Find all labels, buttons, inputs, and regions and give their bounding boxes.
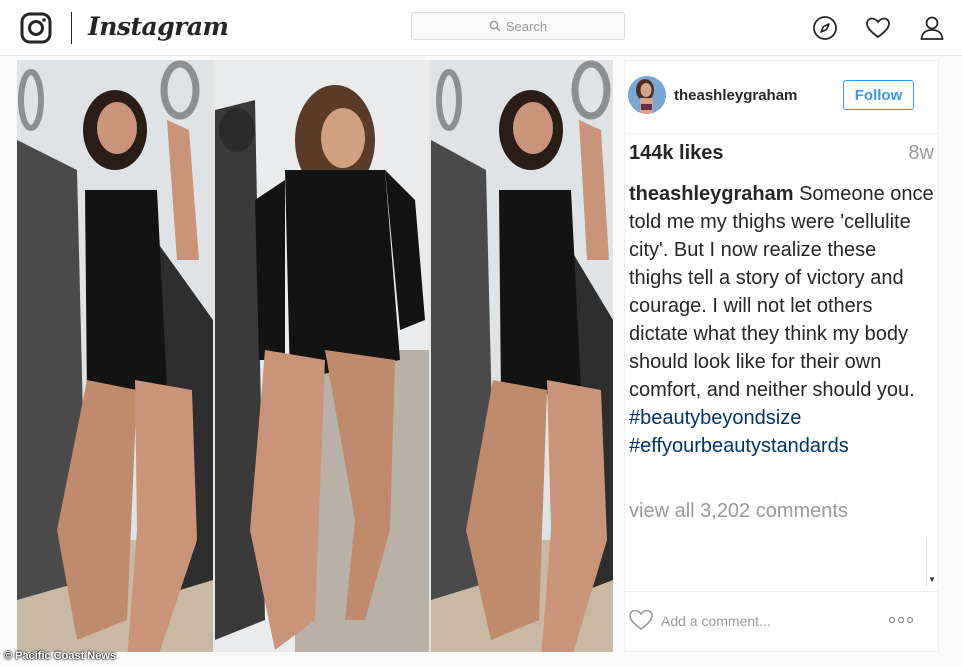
like-heart-icon[interactable] xyxy=(628,608,654,632)
caption-text: Someone once told me my thighs were 'cel… xyxy=(629,183,934,401)
hashtag-link[interactable]: #effyourbeautystandards xyxy=(629,432,935,460)
instagram-wordmark[interactable]: Instagram xyxy=(88,12,229,41)
photo-panel-left xyxy=(17,60,213,652)
heart-icon[interactable] xyxy=(865,15,891,41)
photo-panel-right xyxy=(431,60,613,652)
search-placeholder: Search xyxy=(505,18,548,34)
photo-panel-center xyxy=(215,60,429,652)
avatar[interactable] xyxy=(628,76,666,114)
likes-count[interactable]: 144k likes xyxy=(629,142,724,165)
instagram-logo-icon[interactable] xyxy=(20,12,52,44)
instagram-post-page: Instagram Search © Pacific Coast News th… xyxy=(0,0,962,666)
post-photo[interactable] xyxy=(17,60,613,652)
profile-icon[interactable] xyxy=(919,15,945,41)
scroll-down-arrow-icon[interactable]: ▼ xyxy=(928,575,936,584)
search-icon xyxy=(489,20,501,32)
hashtag-link[interactable]: #beautybeyondsize xyxy=(629,404,935,432)
more-options-icon[interactable] xyxy=(888,616,914,624)
caption-username[interactable]: theashleygraham xyxy=(629,183,794,205)
follow-button[interactable]: Follow xyxy=(843,80,914,110)
compass-icon[interactable] xyxy=(812,15,838,41)
photo-credit-watermark: © Pacific Coast News xyxy=(4,650,117,662)
post-side-panel: theashleygraham Follow 144k likes 8w the… xyxy=(624,60,939,652)
logo-divider xyxy=(71,12,72,44)
post-header: theashleygraham Follow xyxy=(625,61,938,134)
comment-bar: Add a comment... xyxy=(625,591,938,651)
post-username[interactable]: theashleygraham xyxy=(674,87,797,104)
add-comment-input[interactable]: Add a comment... xyxy=(661,613,771,629)
top-nav: Instagram Search xyxy=(0,0,962,56)
post-caption: theashleygraham Someone once told me my … xyxy=(629,180,935,460)
post-time-ago: 8w xyxy=(908,142,934,164)
search-input[interactable]: Search xyxy=(411,12,625,40)
view-all-comments-link[interactable]: view all 3,202 comments xyxy=(629,500,848,523)
